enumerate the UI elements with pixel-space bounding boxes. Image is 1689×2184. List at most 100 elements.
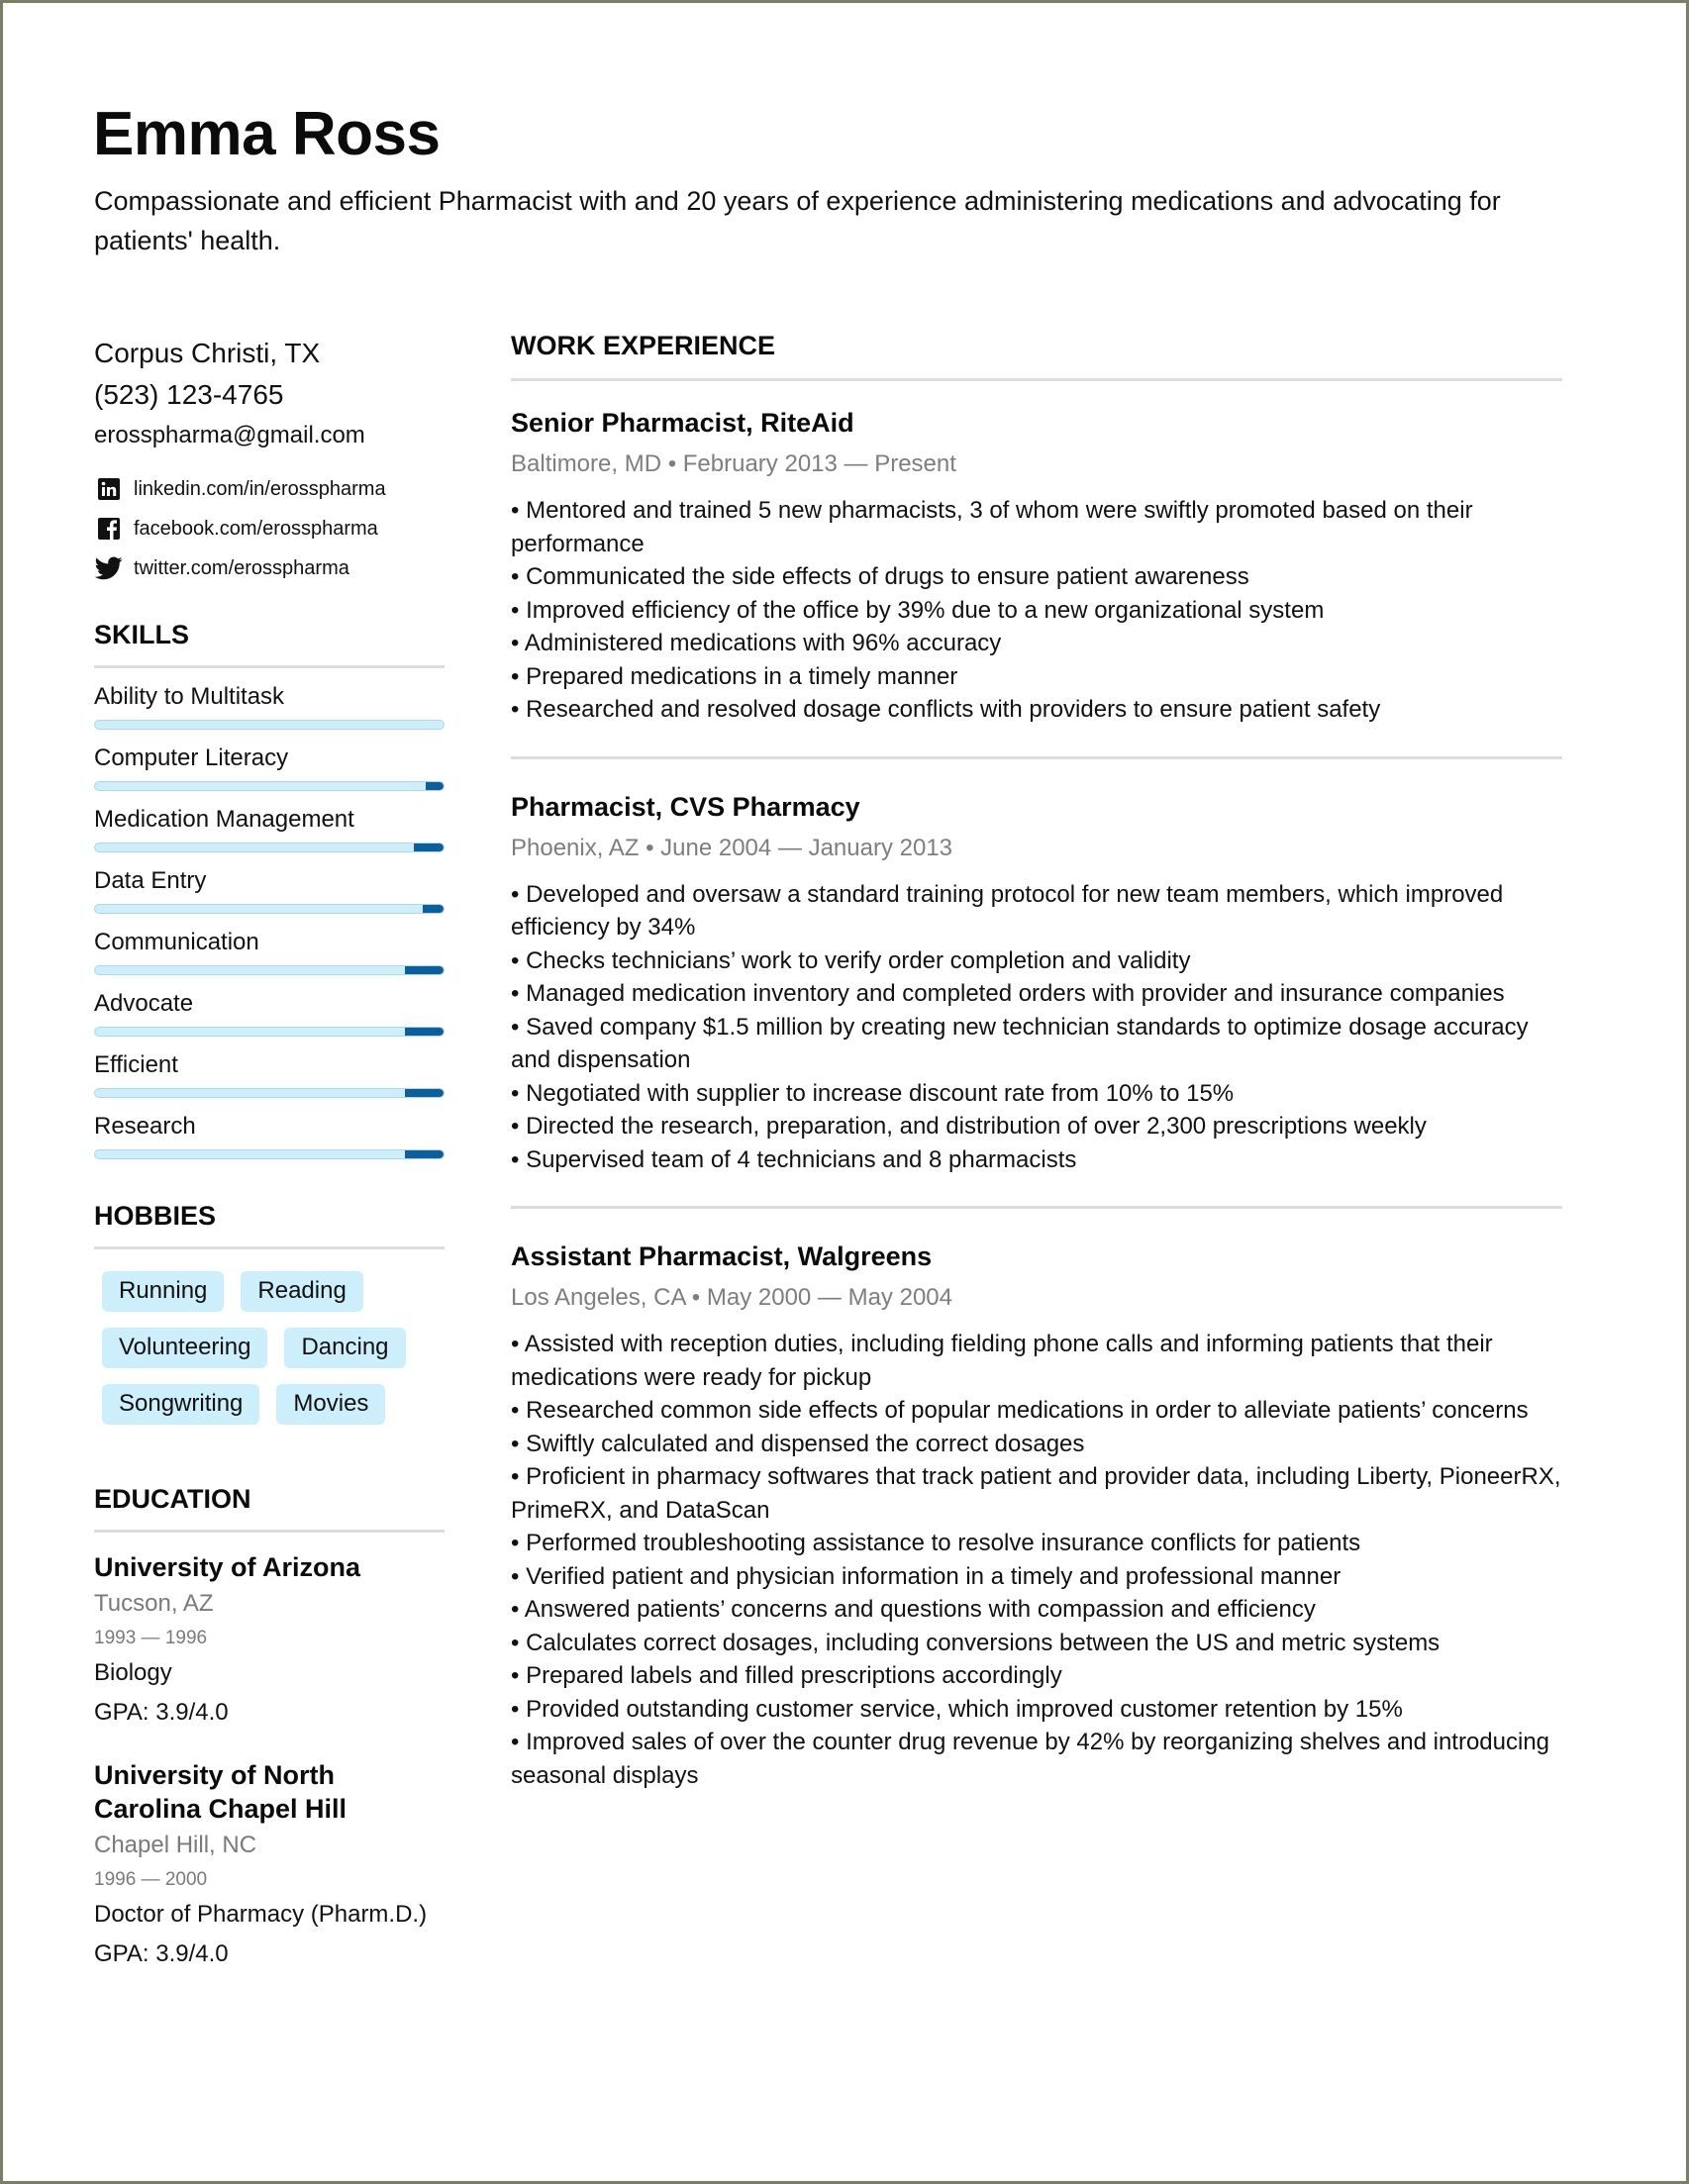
skill-label: Advocate [94,990,194,1017]
hobby-tag: Movies [276,1384,386,1425]
job-bullet: • Negotiated with supplier to increase d… [511,1079,1235,1107]
job-bullet: • Calculates correct dosages, including … [511,1629,1441,1656]
job-divider [511,755,1562,759]
skill-item: Communication [94,914,445,975]
social-link-text: twitter.com/erosspharma [134,556,349,579]
contact-block: Corpus Christi, TX (523) 123-4765 erossp… [94,333,445,455]
contact-phone: (523) 123-4765 [94,379,284,410]
hobby-tag: Dancing [284,1328,406,1368]
job-bullet: • Directed the research, preparation, an… [511,1113,1427,1140]
job-bullet: • Saved company $1.5 million by creating… [511,1013,1529,1074]
job-bullet: • Researched common side effects of popu… [511,1397,1529,1424]
education-entry: University of North Carolina Chapel Hill… [94,1758,445,1974]
skill-item: Efficient [94,1037,445,1098]
social-link-text: linkedin.com/in/erosspharma [134,477,386,500]
job-meta: Phoenix, AZ • June 2004 — January 2013 [511,834,953,861]
degree: Biology [94,1659,172,1686]
hobby-tag: Volunteering [102,1328,268,1368]
gpa: GPA: 3.9/4.0 [94,1699,229,1726]
job-bullet: • Improved efficiency of the office by 3… [511,596,1325,624]
skill-level-bar [94,781,445,791]
section-title-work: WORK EXPERIENCE [511,331,776,360]
skill-label: Ability to Multitask [94,683,285,710]
skill-level-bar [94,965,445,975]
job-bullet: • Assisted with reception duties, includ… [511,1331,1493,1391]
job-bullet: • Proficient in pharmacy softwares that … [511,1463,1561,1524]
skill-label: Computer Literacy [94,745,289,771]
skill-level-fill [405,1150,444,1158]
section-divider [94,1246,445,1249]
education-section: EDUCATION University of Arizona Tucson, … [94,1482,445,1974]
skill-item: Computer Literacy [94,730,445,791]
job-bullet: • Swiftly calculated and dispensed the c… [511,1430,1085,1457]
linkedin-icon [94,474,124,504]
skill-level-bar [94,1088,445,1098]
job-bullet: • Developed and oversaw a standard train… [511,880,1504,942]
job-entry: Assistant Pharmacist, Walgreens Los Angel… [511,1237,1562,1792]
hobby-tags: Running Reading Volunteering Dancing Son… [94,1263,445,1433]
social-links: linkedin.com/in/erosspharma facebook.com… [94,469,445,588]
hobbies-section: HOBBIES Running Reading Volunteering Dan… [94,1199,445,1433]
job-title: Senior Pharmacist, RiteAid [511,408,854,438]
hobby-tag: Songwriting [102,1384,260,1425]
job-bullet: • Supervised team of 4 technicians and 8… [511,1145,1077,1173]
school-name: University of North Carolina Chapel Hill [94,1760,348,1824]
skill-label: Medication Management [94,806,354,833]
job-meta: Baltimore, MD • February 2013 — Present [511,450,956,477]
job-title: Pharmacist, CVS Pharmacy [511,791,860,822]
skill-label: Efficient [94,1051,178,1078]
job-bullet: • Administered medications with 96% accu… [511,630,1002,656]
contact-location: Corpus Christi, TX [94,338,321,368]
skill-level-bar [94,843,445,852]
job-bullets: • Assisted with reception duties, includ… [511,1328,1562,1792]
skill-level-bar [94,720,445,730]
skills-list: Ability to Multitask Computer Literacy Med… [94,668,445,1159]
skill-level-fill [426,782,444,790]
section-title-hobbies: HOBBIES [94,1201,217,1231]
skill-item: Medication Management [94,791,445,852]
school-name: University of Arizona [94,1552,361,1582]
hobby-tag: Reading [241,1271,363,1312]
job-bullet: • Prepared medications in a timely manne… [511,662,958,690]
job-bullet: • Provided outstanding customer service,… [511,1695,1403,1723]
job-title: Assistant Pharmacist, Walgreens [511,1241,933,1271]
job-bullet: • Answered patients’ concerns and questi… [511,1596,1316,1623]
skill-label: Data Entry [94,867,207,894]
social-link-text: facebook.com/erosspharma [134,517,378,540]
job-bullet: • Performed troubleshooting assistance t… [511,1530,1361,1556]
job-bullets: • Developed and oversaw a standard train… [511,878,1562,1177]
school-location: Tucson, AZ [94,1590,214,1617]
skill-label: Communication [94,929,259,955]
hobby-tag: Running [102,1271,225,1312]
skill-item: Research [94,1098,445,1159]
job-bullet: • Prepared labels and filled prescriptio… [511,1662,1062,1689]
skill-level-bar [94,904,445,914]
job-meta: Los Angeles, CA • May 2000 — May 2004 [511,1284,952,1311]
job-entry: Pharmacist, CVS Pharmacy Phoenix, AZ • Ju… [511,787,1562,1177]
job-bullet: • Communicated the side effects of drugs… [511,563,1249,590]
skill-item: Data Entry [94,852,445,914]
left-column: Corpus Christi, TX (523) 123-4765 erossp… [94,333,445,1974]
skill-level-bar [94,1149,445,1159]
job-bullets: • Mentored and trained 5 new pharmacists… [511,494,1562,727]
school-location: Chapel Hill, NC [94,1832,257,1858]
social-link-linkedin[interactable]: linkedin.com/in/erosspharma [94,469,445,509]
job-bullet: • Mentored and trained 5 new pharmacists… [511,497,1473,557]
school-years: 1996 — 2000 [94,1869,208,1890]
social-link-facebook[interactable]: facebook.com/erosspharma [94,509,445,548]
skill-level-fill [422,905,444,913]
job-entry: Senior Pharmacist, RiteAid Baltimore, MD … [511,381,1562,727]
school-years: 1993 — 1996 [94,1628,208,1648]
gpa: GPA: 3.9/4.0 [94,1940,229,1967]
job-list: Senior Pharmacist, RiteAid Baltimore, MD … [511,381,1562,1792]
skills-section: SKILLS Ability to Multitask Computer Lite… [94,618,445,1159]
social-link-twitter[interactable]: twitter.com/erosspharma [94,548,445,588]
section-divider [94,1530,445,1533]
skill-item: Advocate [94,975,445,1037]
skill-level-fill [414,844,444,851]
facebook-icon [94,514,124,544]
skill-level-fill [405,966,444,974]
summary: Compassionate and efficient Pharmacist w… [94,186,1501,255]
degree: Doctor of Pharmacy (Pharm.D.) [94,1901,428,1928]
contact-email[interactable]: erosspharma@gmail.com [94,416,445,455]
